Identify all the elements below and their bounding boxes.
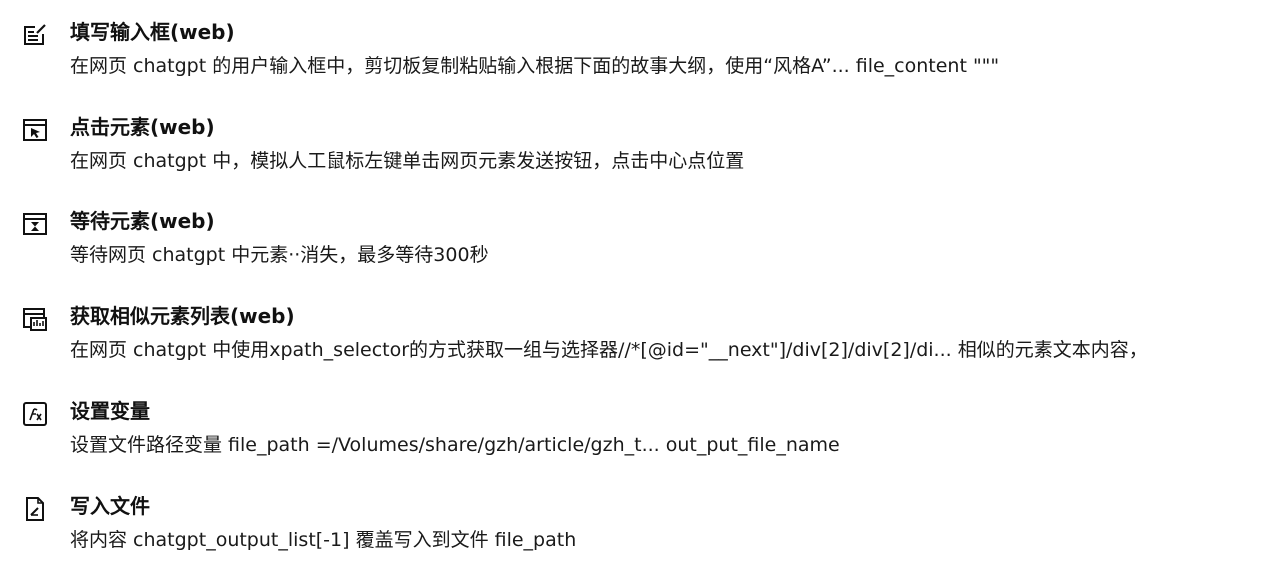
- step-title: 等待元素(web): [70, 209, 215, 233]
- step-wait-element[interactable]: 等待元素(web) 等待网页 chatgpt 中元素··消失，最多等待300秒: [0, 203, 1280, 283]
- step-description: 在网页 chatgpt 中，模拟人工鼠标左键单击网页元素发送按钮，点击中心点位置: [70, 150, 745, 172]
- step-fill-input[interactable]: 填写输入框(web) 在网页 chatgpt 的用户输入框中，剪切板复制粘贴输入…: [0, 14, 1280, 94]
- step-title: 写入文件: [70, 494, 150, 518]
- step-description: 等待网页 chatgpt 中元素··消失，最多等待300秒: [70, 244, 489, 266]
- set-variable-icon: [22, 401, 48, 427]
- step-title: 获取相似元素列表(web): [70, 304, 295, 328]
- similar-elements-icon: [22, 306, 48, 332]
- step-write-file[interactable]: 写入文件 将内容 chatgpt_output_list[-1] 覆盖写入到文件…: [0, 488, 1280, 568]
- step-title: 设置变量: [70, 399, 150, 423]
- step-set-variable[interactable]: 设置变量 设置文件路径变量 file_path =/Volumes/share/…: [0, 393, 1280, 473]
- step-title: 填写输入框(web): [70, 20, 235, 44]
- wait-element-icon: [22, 211, 48, 237]
- step-description: 在网页 chatgpt 的用户输入框中，剪切板复制粘贴输入根据下面的故事大纲，使…: [70, 55, 1000, 77]
- fill-input-icon: [22, 22, 48, 48]
- workflow-step-list: 填写输入框(web) 在网页 chatgpt 的用户输入框中，剪切板复制粘贴输入…: [0, 0, 1280, 575]
- step-description: 将内容 chatgpt_output_list[-1] 覆盖写入到文件 file…: [70, 529, 577, 551]
- step-get-similar-elements[interactable]: 获取相似元素列表(web) 在网页 chatgpt 中使用xpath_selec…: [0, 298, 1280, 378]
- click-element-icon: [22, 117, 48, 143]
- write-file-icon: [22, 496, 48, 522]
- step-description: 在网页 chatgpt 中使用xpath_selector的方式获取一组与选择器…: [70, 339, 1148, 361]
- step-click-element[interactable]: 点击元素(web) 在网页 chatgpt 中，模拟人工鼠标左键单击网页元素发送…: [0, 109, 1280, 189]
- step-title: 点击元素(web): [70, 115, 215, 139]
- step-description: 设置文件路径变量 file_path =/Volumes/share/gzh/a…: [70, 434, 840, 456]
